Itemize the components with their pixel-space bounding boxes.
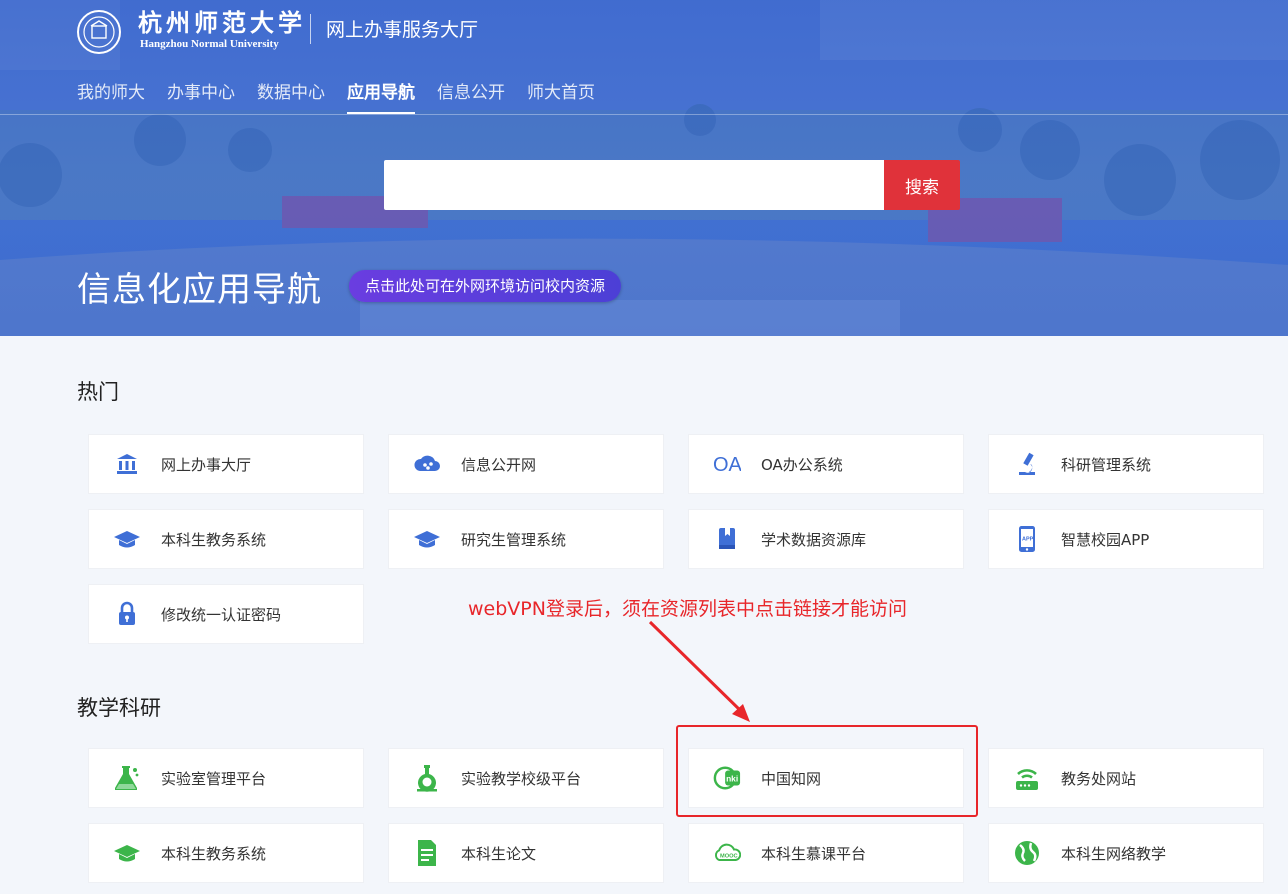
app-card-undergrad-online-teaching[interactable]: 本科生网络教学 (988, 823, 1264, 883)
app-card-label: 实验室管理平台 (161, 769, 267, 788)
app-card-lab-management[interactable]: 实验室管理平台 (88, 748, 364, 808)
app-card-graduate-management[interactable]: 研究生管理系统 (388, 509, 664, 569)
annotation-highlight-box (676, 725, 978, 817)
section-title-teaching-research: 教学科研 (77, 696, 161, 720)
app-card-undergrad-thesis[interactable]: 本科生论文 (388, 823, 664, 883)
nav-app-navigation[interactable]: 应用导航 (347, 78, 415, 114)
phone-app-icon: APP (1013, 525, 1041, 553)
app-card-undergrad-academic-system-2[interactable]: 本科生教务系统 (88, 823, 364, 883)
search-input[interactable] (384, 160, 884, 210)
app-card-online-service-hall[interactable]: 网上办事大厅 (88, 434, 364, 494)
svg-text:APP: APP (1022, 537, 1034, 543)
app-card-label: 本科生教务系统 (161, 844, 267, 863)
app-card-label: 修改统一认证密码 (161, 605, 282, 624)
app-card-experimental-teaching-platform[interactable]: 实验教学校级平台 (388, 748, 664, 808)
app-card-label: OA办公系统 (761, 455, 843, 474)
site-title: 网上办事服务大厅 (326, 19, 479, 41)
nav-my-university[interactable]: 我的师大 (77, 78, 145, 114)
app-card-oa-system[interactable]: OA OA办公系统 (688, 434, 964, 494)
mooc-icon: MOOC (713, 839, 741, 867)
app-card-label: 实验教学校级平台 (461, 769, 582, 788)
app-card-label: 教务处网站 (1061, 769, 1137, 788)
nav-data-center[interactable]: 数据中心 (257, 78, 325, 114)
search-button[interactable]: 搜索 (884, 160, 960, 210)
document-icon (413, 839, 441, 867)
app-card-label: 科研管理系统 (1061, 455, 1152, 474)
logo-divider (310, 14, 311, 44)
svg-text:MOOC: MOOC (720, 853, 738, 859)
graduation-cap-icon (113, 839, 141, 867)
app-card-undergrad-academic-system[interactable]: 本科生教务系统 (88, 509, 364, 569)
oa-icon: OA (713, 450, 741, 478)
app-card-label: 本科生网络教学 (1061, 844, 1167, 863)
app-card-change-password[interactable]: 修改统一认证密码 (88, 584, 364, 644)
app-card-label: 研究生管理系统 (461, 530, 567, 549)
app-card-research-management[interactable]: 科研管理系统 (988, 434, 1264, 494)
app-card-label: 网上办事大厅 (161, 455, 252, 474)
webvpn-link-button[interactable]: 点击此处可在外网环境访问校内资源 (349, 270, 622, 302)
svg-text:OA: OA (713, 454, 741, 475)
app-card-academic-database[interactable]: 学术数据资源库 (688, 509, 964, 569)
app-card-label: 智慧校园APP (1061, 530, 1150, 549)
nav-service-center[interactable]: 办事中心 (167, 78, 235, 114)
app-card-label: 本科生教务系统 (161, 530, 267, 549)
wifi-router-icon (1013, 764, 1041, 792)
app-card-label: 信息公开网 (461, 455, 537, 474)
nav-divider (0, 114, 1288, 115)
lock-icon (113, 600, 141, 628)
app-card-info-disclosure[interactable]: 信息公开网 (388, 434, 664, 494)
flask-icon (113, 764, 141, 792)
university-name-en[interactable]: Hangzhou Normal University (140, 38, 279, 50)
university-seal-logo[interactable] (76, 9, 122, 55)
university-name-cn[interactable]: 杭州师范大学 (138, 9, 306, 37)
app-card-smart-campus-app[interactable]: APP 智慧校园APP (988, 509, 1264, 569)
header-banner: 杭州师范大学 Hangzhou Normal University 网上办事服务… (0, 0, 1288, 336)
top-navigation: 我的师大 办事中心 数据中心 应用导航 信息公开 师大首页 (77, 78, 617, 114)
annotation-note: webVPN登录后，须在资源列表中点击链接才能访问 (468, 598, 907, 620)
book-icon (713, 525, 741, 553)
page-title: 信息化应用导航 (77, 270, 322, 310)
bank-icon (113, 450, 141, 478)
nav-info-disclosure[interactable]: 信息公开 (437, 78, 505, 114)
microscope-icon (1013, 450, 1041, 478)
app-card-academic-affairs-site[interactable]: 教务处网站 (988, 748, 1264, 808)
nav-university-home[interactable]: 师大首页 (527, 78, 595, 114)
graduation-cap-icon (113, 525, 141, 553)
annotation-arrow (648, 620, 750, 722)
graduation-cap-icon (413, 525, 441, 553)
cloud-icon (413, 450, 441, 478)
lab-flask-icon (413, 764, 441, 792)
app-card-label: 本科生慕课平台 (761, 844, 867, 863)
globe-icon (1013, 839, 1041, 867)
app-card-label: 学术数据资源库 (761, 530, 867, 549)
app-card-label: 本科生论文 (461, 844, 537, 863)
app-card-undergrad-mooc[interactable]: MOOC 本科生慕课平台 (688, 823, 964, 883)
section-title-hot: 热门 (77, 380, 119, 404)
